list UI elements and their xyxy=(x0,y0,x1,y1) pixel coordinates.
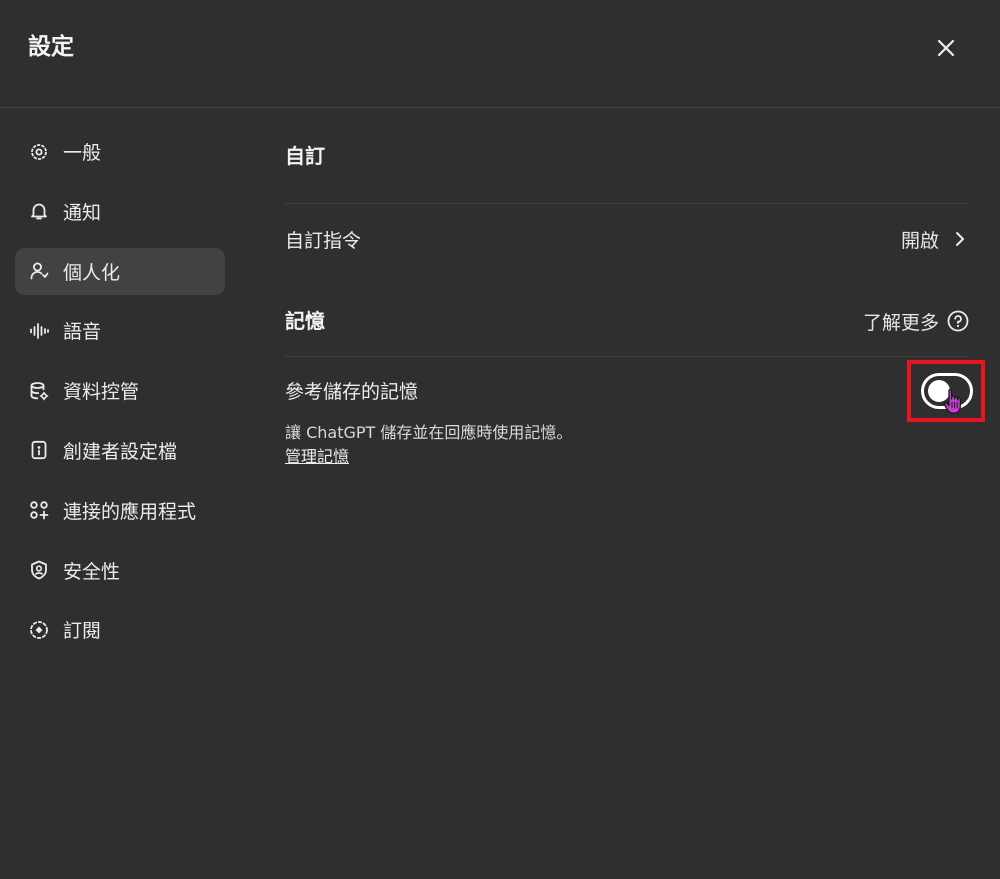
shield-user-icon xyxy=(29,560,49,580)
hand-pointer-cursor-icon xyxy=(943,388,961,414)
section-title-memory: 記憶 xyxy=(285,309,325,333)
learn-more-link[interactable]: 了解更多 xyxy=(863,308,969,335)
badge-plus-icon xyxy=(29,620,49,640)
learn-more-text: 了解更多 xyxy=(862,311,939,334)
gear-icon xyxy=(29,142,49,162)
sidebar-item-label: 創建者設定檔 xyxy=(63,440,178,463)
sidebar-item-general[interactable]: 一般 xyxy=(15,128,225,175)
help-circle-icon xyxy=(947,310,969,332)
sidebar-item-subscription[interactable]: 訂閱 xyxy=(15,606,225,653)
sidebar-item-label: 語音 xyxy=(63,321,102,344)
manage-memory-link[interactable]: 管理記憶 xyxy=(285,445,969,469)
sidebar-item-voice[interactable]: 語音 xyxy=(15,307,225,354)
sidebar-item-label: 個人化 xyxy=(63,261,121,284)
custom-instructions-label: 自訂指令 xyxy=(285,229,362,252)
reference-memory-label: 參考儲存的記憶 xyxy=(285,380,419,403)
sidebar-item-label: 安全性 xyxy=(63,560,121,583)
sidebar-item-label: 資料控管 xyxy=(63,381,140,404)
close-icon xyxy=(937,39,955,57)
sidebar-item-label: 連接的應用程式 xyxy=(63,500,197,523)
section-title-customize: 自訂 xyxy=(285,144,325,168)
settings-sidebar: 一般 通知 個人化 語音 資料控管 創建者設定檔 連接的應用程式 安全性 訂閱 xyxy=(15,128,225,666)
id-card-icon xyxy=(29,440,49,460)
sidebar-item-label: 通知 xyxy=(63,201,102,224)
toggle-highlight-box xyxy=(907,360,985,422)
sidebar-item-notifications[interactable]: 通知 xyxy=(15,188,225,235)
custom-instructions-row[interactable]: 自訂指令 開啟 xyxy=(285,204,969,274)
custom-instructions-status[interactable]: 開啟 xyxy=(901,226,969,253)
person-icon xyxy=(29,261,49,281)
memory-description: 讓 ChatGPT 儲存並在回應時使用記憶。 xyxy=(285,423,573,442)
bell-icon xyxy=(29,201,49,221)
dialog-title: 設定 xyxy=(28,34,74,60)
settings-dialog: 設定 一般 通知 個人化 語音 資料控管 創建者設定檔 連接的應用程式 安全性 … xyxy=(0,0,1000,879)
close-button[interactable] xyxy=(928,30,964,66)
sidebar-item-personalization[interactable]: 個人化 xyxy=(15,247,225,295)
database-gear-icon xyxy=(29,381,49,401)
sidebar-item-connected-apps[interactable]: 連接的應用程式 xyxy=(15,487,225,534)
chevron-right-icon xyxy=(956,232,964,246)
sidebar-item-label: 訂閱 xyxy=(63,620,102,643)
sidebar-item-builder-profile[interactable]: 創建者設定檔 xyxy=(15,427,225,474)
custom-instructions-status-text: 開啟 xyxy=(900,229,939,252)
personalization-panel: 自訂 自訂指令 開啟 記憶 了解更多 參考儲存的記憶 讓 ChatGPT 儲存並… xyxy=(285,130,969,469)
dialog-header: 設定 xyxy=(0,0,1000,108)
sidebar-item-security[interactable]: 安全性 xyxy=(15,547,225,594)
waveform-icon xyxy=(29,321,49,341)
sidebar-item-data-controls[interactable]: 資料控管 xyxy=(15,367,225,414)
reference-memory-row: 參考儲存的記憶 xyxy=(285,357,969,423)
memory-header-row: 記憶 了解更多 xyxy=(285,298,969,344)
apps-icon xyxy=(29,500,49,520)
sidebar-item-label: 一般 xyxy=(63,142,102,164)
